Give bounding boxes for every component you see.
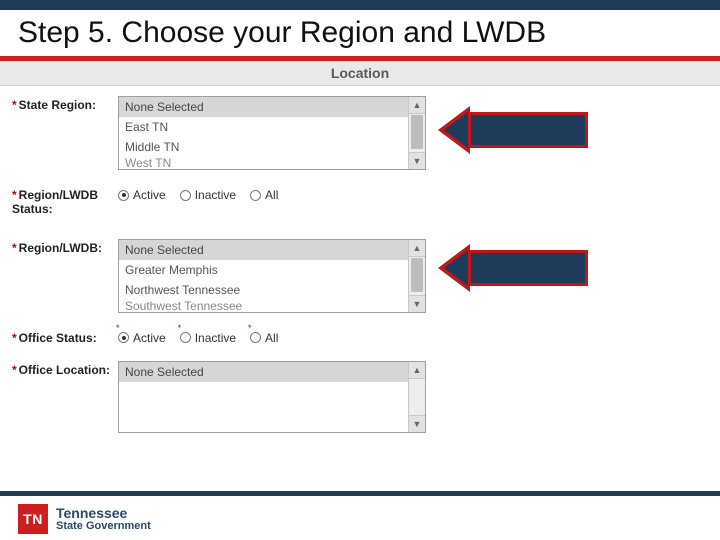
list-item[interactable]: East TN — [119, 117, 425, 137]
radio-inactive[interactable]: Inactive — [180, 186, 236, 202]
row-region-lwdb-status: Region/LWDB Status: Active Inactive All — [0, 182, 720, 229]
location-form: State Region: None Selected East TN Midd… — [0, 86, 720, 445]
footer-line1: Tennessee — [56, 506, 151, 521]
arrow-icon — [438, 244, 470, 292]
list-item[interactable]: None Selected — [119, 240, 425, 260]
label-state-region: State Region: — [12, 96, 118, 112]
radio-all[interactable]: All — [250, 186, 278, 202]
listbox-state-region[interactable]: None Selected East TN Middle TN West TN … — [118, 96, 426, 170]
list-item[interactable]: None Selected — [119, 362, 425, 382]
scroll-thumb[interactable] — [411, 115, 423, 149]
list-item[interactable]: West TN — [119, 157, 425, 169]
radio-inactive[interactable]: *Inactive — [180, 329, 236, 345]
slide-title: Step 5. Choose your Region and LWDB — [0, 10, 720, 56]
radiogroup-office-status: *Active *Inactive *All — [118, 329, 278, 345]
scroll-up-icon[interactable]: ▲ — [409, 362, 425, 379]
radio-active[interactable]: Active — [118, 186, 166, 202]
arrow-callout — [468, 250, 588, 286]
scrollbar[interactable]: ▲ ▼ — [408, 97, 425, 169]
radio-label: Inactive — [195, 331, 236, 345]
label-office-status: Office Status: — [12, 329, 118, 345]
radio-label: Inactive — [195, 188, 236, 202]
list-item[interactable]: Southwest Tennessee — [119, 300, 425, 312]
row-office-location: Office Location: None Selected ▲ ▼ — [0, 357, 720, 445]
scroll-thumb[interactable] — [411, 258, 423, 292]
scroll-down-icon[interactable]: ▼ — [409, 295, 425, 312]
list-item[interactable]: Greater Memphis — [119, 260, 425, 280]
list-item[interactable]: None Selected — [119, 97, 425, 117]
label-region-lwdb: Region/LWDB: — [12, 239, 118, 255]
listbox-office-location[interactable]: None Selected ▲ ▼ — [118, 361, 426, 433]
footer-line2: State Government — [56, 521, 151, 533]
scroll-up-icon[interactable]: ▲ — [409, 97, 425, 114]
row-region-lwdb: Region/LWDB: None Selected Greater Memph… — [0, 229, 720, 325]
scrollbar[interactable]: ▲ ▼ — [408, 362, 425, 432]
listbox-region-lwdb[interactable]: None Selected Greater Memphis Northwest … — [118, 239, 426, 313]
scroll-down-icon[interactable]: ▼ — [409, 415, 425, 432]
radio-active[interactable]: *Active — [118, 329, 166, 345]
label-office-location: Office Location: — [12, 361, 118, 377]
row-office-status: Office Status: *Active *Inactive *All — [0, 325, 720, 357]
footer-branding: TN Tennessee State Government — [18, 504, 151, 534]
slide-top-bar — [0, 0, 720, 10]
footer-divider — [0, 491, 720, 496]
scrollbar[interactable]: ▲ ▼ — [408, 240, 425, 312]
list-item[interactable]: Middle TN — [119, 137, 425, 157]
section-header-location: Location — [0, 61, 720, 86]
radio-label: Active — [133, 331, 166, 345]
tn-logo-badge: TN — [18, 504, 48, 534]
scroll-down-icon[interactable]: ▼ — [409, 152, 425, 169]
radio-all[interactable]: *All — [250, 329, 278, 345]
radio-label: All — [265, 188, 278, 202]
list-item[interactable]: Northwest Tennessee — [119, 280, 425, 300]
row-state-region: State Region: None Selected East TN Midd… — [0, 92, 720, 182]
radio-label: All — [265, 331, 278, 345]
arrow-callout — [468, 112, 588, 148]
label-region-lwdb-status: Region/LWDB Status: — [12, 186, 118, 217]
radio-label: Active — [133, 188, 166, 202]
radiogroup-region-lwdb-status: Active Inactive All — [118, 186, 278, 202]
arrow-icon — [438, 106, 470, 154]
scroll-up-icon[interactable]: ▲ — [409, 240, 425, 257]
